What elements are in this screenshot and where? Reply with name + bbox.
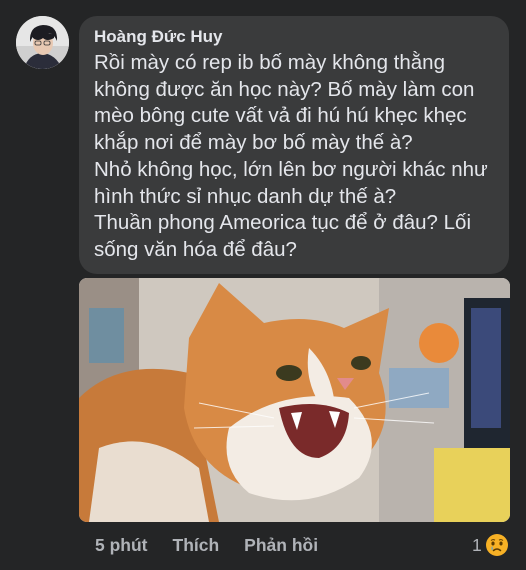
reaction-summary[interactable]: 1 (472, 531, 509, 559)
comment-text-line: sống văn hóa để đâu? (94, 237, 297, 261)
comment-actions: 5 phút Thích Phản hồi (95, 532, 343, 558)
comment-timestamp[interactable]: 5 phút (95, 532, 148, 558)
comment-photo[interactable] (79, 278, 510, 522)
comment-text-line: mèo bông cute vất vả đi hú hú khẹc khẹc (94, 104, 467, 128)
comment-text-line: hình thức sỉ nhục danh dự thế à? (94, 184, 397, 208)
sad-crying-face-icon (485, 534, 508, 556)
comment-text-line: khắp nơi để mày bơ bố mày thế à? (94, 131, 413, 155)
comment: Hoàng Đức Huy Rồi mày có rep ib bố mày k… (0, 0, 526, 570)
avatar[interactable] (16, 16, 69, 69)
comment-text: Rồi mày có rep ib bố mày không thằng khô… (94, 50, 495, 264)
comment-text-line: không được ăn học này? Bố mày làm con (94, 77, 475, 101)
user-avatar-icon (16, 16, 69, 69)
like-button[interactable]: Thích (173, 532, 220, 558)
reaction-count: 1 (472, 535, 482, 555)
comment-text-line: Rồi mày có rep ib bố mày không thằng (94, 51, 445, 74)
angry-cat-photo-icon (79, 278, 510, 522)
comment-bubble: Hoàng Đức Huy Rồi mày có rep ib bố mày k… (79, 16, 509, 274)
reply-button[interactable]: Phản hồi (244, 532, 318, 558)
comment-text-line: Thuần phong Ameorica tục để ở đâu? Lối (94, 211, 472, 235)
comment-author[interactable]: Hoàng Đức Huy (94, 26, 495, 48)
comment-text-line: Nhỏ không học, lớn lên bơ người khác như (94, 157, 488, 181)
